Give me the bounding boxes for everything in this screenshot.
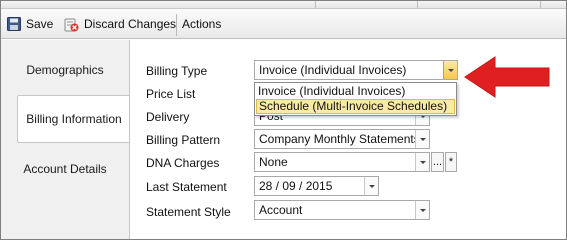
last-statement-value: 28 / 09 / 2015 <box>259 179 333 193</box>
tab-billing-information-label: Billing Information <box>26 112 122 126</box>
chevron-down-icon <box>419 208 426 212</box>
tab-list: Demographics Billing Information Account… <box>1 40 130 239</box>
discard-icon <box>64 17 79 32</box>
last-statement-date-picker[interactable]: 28 / 09 / 2015 <box>254 176 379 196</box>
floppy-disk-icon <box>7 17 21 31</box>
actions-label: Actions <box>182 17 222 31</box>
dropdown-option-schedule[interactable]: Schedule (Multi-Invoice Schedules) <box>256 99 455 114</box>
save-label: Save <box>26 17 54 31</box>
dna-charges-value: None <box>259 155 288 169</box>
statement-style-value: Account <box>259 203 303 217</box>
dna-charges-clear-button[interactable]: * <box>445 152 457 172</box>
tab-account-details-label: Account Details <box>23 162 107 176</box>
billing-pattern-label: Billing Pattern <box>146 133 221 147</box>
toolbar: Save Discard Changes Actions <box>1 8 566 39</box>
billing-pattern-dropdown-button[interactable] <box>415 130 429 148</box>
dropdown-option-label: Schedule (Multi-Invoice Schedules) <box>259 99 448 113</box>
statement-style-select[interactable]: Account <box>254 200 430 220</box>
tab-billing-information[interactable]: Billing Information <box>17 95 130 143</box>
ellipsis-label: ... <box>432 156 443 168</box>
chevron-down-icon <box>368 184 375 188</box>
dropdown-option-label: Invoice (Individual Invoices) <box>258 84 406 98</box>
discard-changes-button[interactable]: Discard Changes <box>64 13 176 35</box>
statement-style-label: Statement Style <box>146 205 231 219</box>
window: Save Discard Changes Actions Demographic… <box>0 0 567 240</box>
date-dropdown-button[interactable] <box>364 177 378 195</box>
billing-pattern-select[interactable]: Company Monthly Statements <box>254 129 430 149</box>
tab-demographics[interactable]: Demographics <box>1 46 129 94</box>
chevron-down-icon <box>419 160 426 164</box>
dropdown-option-invoice[interactable]: Invoice (Individual Invoices) <box>256 84 455 99</box>
statement-style-dropdown-button[interactable] <box>415 201 429 219</box>
top-strip <box>1 1 566 8</box>
billing-type-dropdown-list: Invoice (Individual Invoices) Schedule (… <box>254 82 457 116</box>
tab-account-details[interactable]: Account Details <box>1 145 129 193</box>
dna-charges-select[interactable]: None <box>254 152 430 172</box>
chevron-down-icon <box>419 137 426 141</box>
red-arrow-icon <box>464 56 550 98</box>
dna-charges-browse-button[interactable]: ... <box>431 152 444 172</box>
toolbar-divider <box>176 14 177 36</box>
asterisk-label: * <box>448 156 454 168</box>
delivery-label: Delivery <box>146 110 190 124</box>
billing-type-value: Invoice (Individual Invoices) <box>259 63 407 77</box>
discard-changes-label: Discard Changes <box>84 17 177 31</box>
content-divider <box>129 40 130 239</box>
tab-demographics-label: Demographics <box>26 63 104 77</box>
price-list-label: Price List <box>146 87 196 101</box>
chevron-down-icon <box>447 68 454 72</box>
last-statement-label: Last Statement <box>146 180 227 194</box>
billing-type-select[interactable]: Invoice (Individual Invoices) <box>254 60 458 80</box>
actions-menu[interactable]: Actions <box>182 13 221 35</box>
billing-pattern-value: Company Monthly Statements <box>259 132 420 146</box>
billing-type-label: Billing Type <box>146 64 208 78</box>
dna-charges-label: DNA Charges <box>146 156 220 170</box>
dna-charges-dropdown-button[interactable] <box>415 153 429 171</box>
billing-type-dropdown-button[interactable] <box>443 61 457 79</box>
save-button[interactable]: Save <box>7 13 53 35</box>
